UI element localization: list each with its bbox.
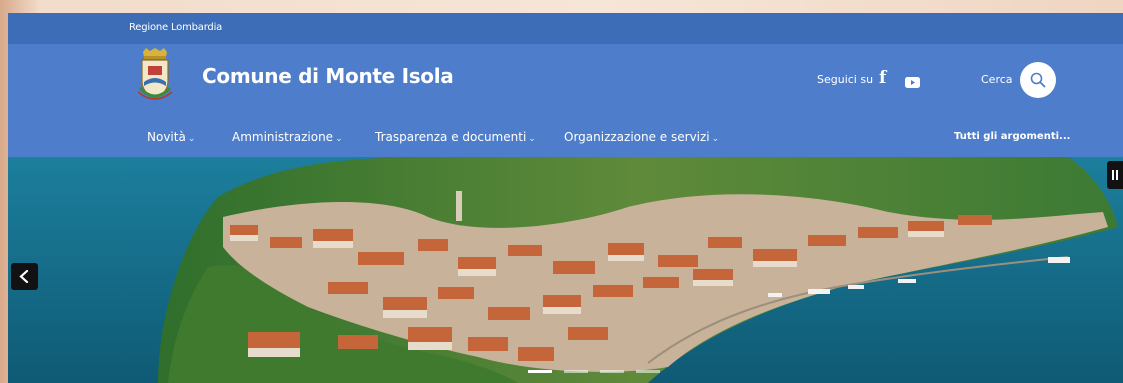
search-icon xyxy=(1030,72,1046,88)
chevron-down-icon: ⌄ xyxy=(335,134,343,144)
carousel-dot[interactable] xyxy=(636,370,660,373)
top-bar: Regione Lombardia xyxy=(8,13,1123,44)
nav-item-label: Trasparenza e documenti xyxy=(375,130,527,144)
facebook-icon[interactable]: f xyxy=(879,68,886,88)
pause-icon xyxy=(1112,170,1114,180)
search-button[interactable] xyxy=(1020,62,1056,98)
carousel-pause-button[interactable] xyxy=(1107,161,1123,189)
carousel-indicators xyxy=(528,370,668,374)
nav-item-amministrazione[interactable]: Amministrazione ⌄ xyxy=(232,130,343,144)
chevron-left-icon xyxy=(19,270,29,283)
follow-us-label: Seguici su xyxy=(817,73,874,86)
hero-photo-monte-isola xyxy=(8,157,1123,383)
nav-item-novita[interactable]: Novità ⌄ xyxy=(147,130,195,144)
carousel-dot[interactable] xyxy=(564,370,588,373)
nav-item-organizzazione[interactable]: Organizzazione e servizi ⌄ xyxy=(564,130,719,144)
site-title[interactable]: Comune di Monte Isola xyxy=(202,64,454,88)
pause-icon-bar xyxy=(1116,170,1118,180)
hero-carousel xyxy=(8,157,1123,383)
carousel-dot[interactable] xyxy=(600,370,624,373)
region-link[interactable]: Regione Lombardia xyxy=(129,22,222,33)
youtube-icon[interactable] xyxy=(905,73,920,88)
search-label[interactable]: Cerca xyxy=(981,73,1013,86)
nav-item-label: Amministrazione xyxy=(232,130,334,144)
chevron-down-icon: ⌄ xyxy=(711,134,720,144)
carousel-dot[interactable] xyxy=(528,370,552,373)
nav-item-label: Organizzazione e servizi xyxy=(564,130,710,144)
website-frame: Regione Lombardia Comune di Monte Isola … xyxy=(8,13,1123,383)
carousel-prev-button[interactable] xyxy=(11,263,38,290)
chevron-down-icon: ⌄ xyxy=(187,134,196,144)
chevron-down-icon: ⌄ xyxy=(528,134,536,144)
main-nav: Novità ⌄ Amministrazione ⌄ Trasparenza e d… xyxy=(8,122,1123,152)
coat-of-arms-logo[interactable] xyxy=(136,48,174,106)
all-topics-link[interactable]: Tutti gli argomenti... xyxy=(954,131,1070,142)
header: Comune di Monte Isola Seguici su f Cerca… xyxy=(8,44,1123,157)
nav-item-label: Novità xyxy=(147,130,186,144)
nav-item-trasparenza[interactable]: Trasparenza e documenti ⌄ xyxy=(375,130,536,144)
